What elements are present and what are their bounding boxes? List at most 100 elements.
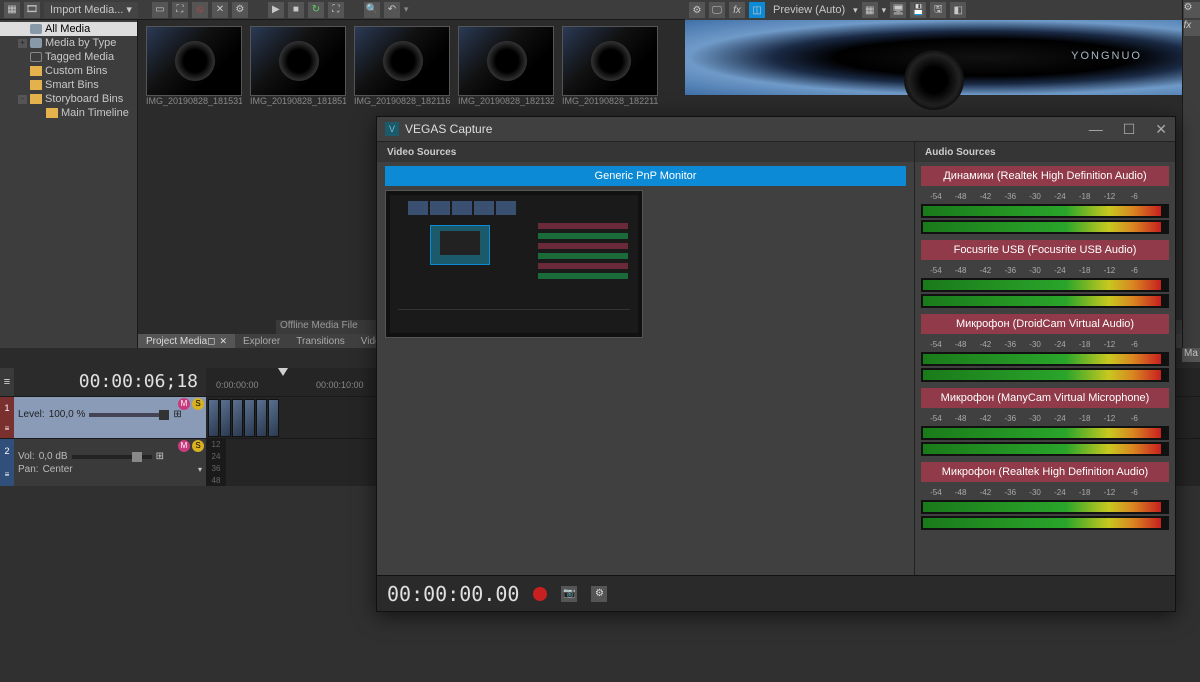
tree-item-custom-bins[interactable]: Custom Bins — [0, 64, 137, 78]
right-dock-strip: ⚙ fx — [1182, 0, 1200, 348]
dropdown-icon[interactable]: ▾ — [882, 5, 887, 16]
gear-icon[interactable]: ⚙ — [1184, 2, 1200, 18]
audio-source-button[interactable]: Микрофон (ManyCam Virtual Microphone) — [921, 388, 1169, 408]
tab-explorer[interactable]: Explorer — [235, 334, 288, 348]
audio-source-button[interactable]: Микрофон (DroidCam Virtual Audio) — [921, 314, 1169, 334]
timeline-clip[interactable] — [232, 399, 243, 437]
loop-icon[interactable]: ↻ — [308, 2, 324, 18]
audio-source-button[interactable]: Динамики (Realtek High Definition Audio) — [921, 166, 1169, 186]
fx-icon[interactable]: fx — [729, 2, 745, 18]
timeline-clip[interactable] — [220, 399, 231, 437]
zoom-icon[interactable]: 🔍 — [364, 2, 380, 18]
preview-mode-label[interactable]: Preview (Auto) — [769, 4, 849, 16]
tab-transitions[interactable]: Transitions — [288, 334, 353, 348]
scale-tick: -30 — [1029, 192, 1041, 201]
audio-source-button[interactable]: Микрофон (Realtek High Definition Audio) — [921, 462, 1169, 482]
clear-icon[interactable]: ✕ — [212, 2, 228, 18]
remove-icon[interactable]: ⦸ — [192, 2, 208, 18]
properties-icon[interactable]: ⚙ — [232, 2, 248, 18]
menu-icon: ≡ — [5, 470, 10, 479]
scale-tick: -18 — [1079, 340, 1091, 349]
import-media-button[interactable]: Import Media... ▾ — [44, 2, 138, 18]
tree-item-label: Media by Type — [45, 36, 116, 50]
solo-icon[interactable]: S — [192, 440, 204, 452]
pin-icon[interactable]: ◻ — [207, 336, 215, 347]
dropdown-icon[interactable]: ▾ — [198, 465, 202, 474]
dropdown-icon[interactable]: ▾ — [404, 4, 409, 15]
media-thumb[interactable]: IMG_20190828_181531.j — [146, 26, 242, 108]
media-thumb[interactable]: IMG_20190828_181851.j — [250, 26, 346, 108]
right-tab-stub[interactable]: Ma — [1182, 348, 1200, 362]
tree-item-all-media[interactable]: All Media — [0, 22, 137, 36]
folder-icon — [46, 108, 58, 118]
timeline-clip[interactable] — [208, 399, 219, 437]
expand-icon[interactable]: ⊞ — [173, 409, 181, 420]
audio-meter: -54-48-42-36-30-24-18-12-6 — [921, 488, 1169, 530]
undo-icon[interactable]: ↶ — [384, 2, 400, 18]
maximize-button[interactable]: ☐ — [1123, 121, 1136, 138]
scale-tick: -6 — [1131, 414, 1138, 423]
video-source-button[interactable]: Generic PnP Monitor — [385, 166, 906, 186]
tab-project-media[interactable]: Project Media ◻✕ — [138, 334, 235, 348]
tree-item-media-by-type[interactable]: + Media by Type — [0, 36, 137, 50]
scale-tick: -12 — [1104, 414, 1116, 423]
minimize-button[interactable]: — — [1089, 121, 1103, 138]
fx-icon[interactable]: fx — [1184, 20, 1200, 36]
capture-settings-button[interactable]: ⚙ — [591, 586, 607, 602]
ext-monitor-icon[interactable]: 🖥 — [890, 2, 906, 18]
timeline-clip[interactable] — [268, 399, 279, 437]
media-thumb[interactable]: IMG_20190828_182116.j — [354, 26, 450, 108]
gear-icon[interactable]: ⚙ — [689, 2, 705, 18]
scale-tick: -18 — [1079, 192, 1091, 201]
record-button[interactable] — [533, 587, 547, 601]
mute-icon[interactable]: M — [178, 398, 190, 410]
expand-icon[interactable]: - — [18, 95, 27, 104]
snapshot-icon[interactable]: 💾 — [910, 2, 926, 18]
level-slider[interactable] — [89, 413, 169, 417]
audio-source-item: Микрофон (DroidCam Virtual Audio)-54-48-… — [921, 314, 1169, 382]
linkclip-icon[interactable]: ⛶ — [172, 2, 188, 18]
monitor-icon[interactable]: 🖵 — [709, 2, 725, 18]
video-sources-label: Video Sources — [377, 142, 914, 162]
ruler-tick: 00:00:10:00 — [316, 380, 364, 390]
thumb-label: IMG_20190828_181531.j — [146, 96, 242, 108]
tree-item-smart-bins[interactable]: Smart Bins — [0, 78, 137, 92]
audio-source-button[interactable]: Focusrite USB (Focusrite USB Audio) — [921, 240, 1169, 260]
timeline-clip[interactable] — [244, 399, 255, 437]
new-media-icon[interactable]: ▦ — [4, 2, 20, 18]
tree-item-storyboard-bins[interactable]: -Storyboard Bins — [0, 92, 137, 106]
scale-tick: -36 — [1004, 414, 1016, 423]
grid-icon[interactable]: ▦ — [862, 2, 878, 18]
vol-slider[interactable] — [72, 455, 152, 459]
close-button[interactable]: ✕ — [1155, 121, 1167, 138]
tree-item-tagged-media[interactable]: Tagged Media — [0, 50, 137, 64]
media-thumb[interactable]: IMG_20190828_182211.j — [562, 26, 658, 108]
media-thumb[interactable]: IMG_20190828_182132.j — [458, 26, 554, 108]
play-icon[interactable]: ▶ — [268, 2, 284, 18]
expand-icon[interactable]: + — [18, 39, 27, 48]
capture-titlebar[interactable]: V VEGAS Capture — ☐ ✕ — [377, 117, 1175, 141]
track-handle-video[interactable]: 1 ≡ — [0, 397, 14, 438]
track-handle-audio[interactable]: 2 ≡ — [0, 439, 14, 486]
view-icon[interactable]: ▭ — [152, 2, 168, 18]
stop-icon[interactable]: ■ — [288, 2, 304, 18]
dropdown-icon[interactable]: ▾ — [853, 5, 858, 16]
close-tab-icon[interactable]: ✕ — [219, 336, 227, 347]
solo-icon[interactable]: S — [192, 398, 204, 410]
audio-meter: -54-48-42-36-30-24-18-12-6 — [921, 192, 1169, 234]
save-icon[interactable]: 🖫 — [930, 2, 946, 18]
timeline-timecode[interactable]: 00:00:06;18 — [14, 368, 206, 396]
track-list-options[interactable]: ≡ — [0, 368, 14, 396]
tree-item-main-timeline[interactable]: Main Timeline — [0, 106, 137, 120]
timeline-clip[interactable] — [256, 399, 267, 437]
mute-icon[interactable]: M — [178, 440, 190, 452]
capture-image-button[interactable]: 📷 — [561, 586, 577, 602]
tree-item-label: All Media — [45, 22, 90, 36]
fullscreen-icon[interactable]: ⛶ — [328, 2, 344, 18]
overlay-icon[interactable]: ◧ — [950, 2, 966, 18]
film-icon[interactable]: 🎞 — [24, 2, 40, 18]
expand-icon[interactable]: ⊞ — [156, 451, 164, 462]
split-icon[interactable]: ◫ — [749, 2, 765, 18]
scale-tick: -24 — [1054, 340, 1066, 349]
playhead-marker[interactable] — [278, 368, 288, 376]
